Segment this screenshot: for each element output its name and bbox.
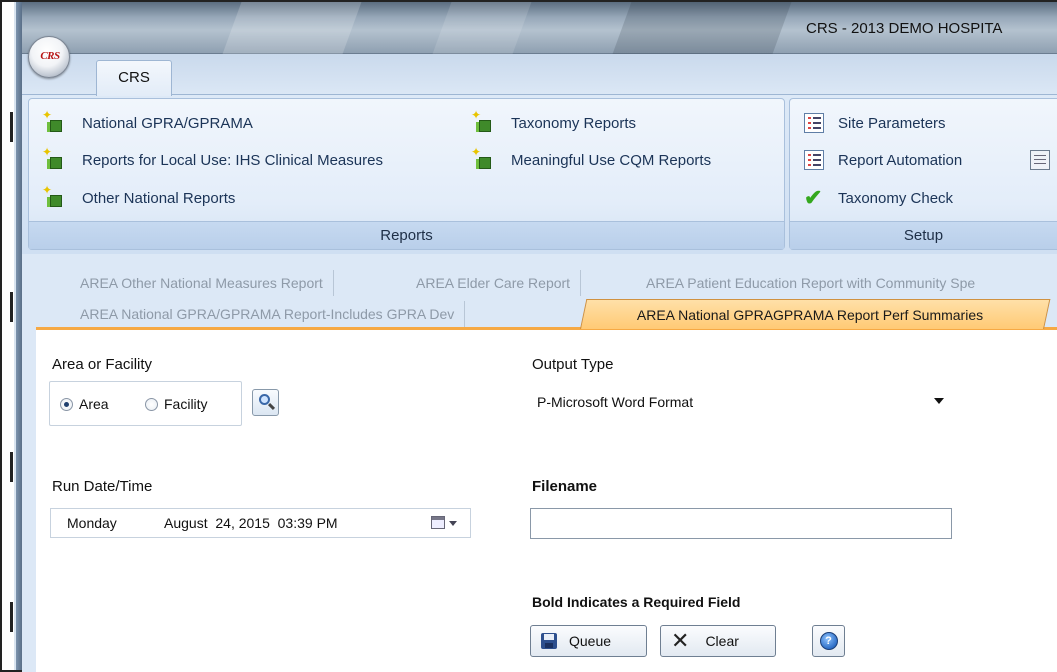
ribbon-item-report-automation[interactable]: Report Automation (804, 148, 962, 172)
radio-facility-label: Facility (164, 396, 208, 412)
title-bar-glass (222, 2, 362, 54)
ribbon-item-local-use-reports[interactable]: ✦ Reports for Local Use: IHS Clinical Me… (42, 146, 383, 172)
radio-area-label: Area (79, 396, 109, 412)
clear-button[interactable]: ✕ Clear (660, 625, 776, 657)
close-icon: ✕ (671, 628, 690, 653)
edge-mark (10, 112, 13, 142)
doc-tab-patient-education[interactable]: AREA Patient Education Report with Commu… (636, 270, 985, 296)
queue-button[interactable]: Queue (530, 625, 647, 657)
radio-facility[interactable]: Facility (145, 396, 208, 412)
ribbon-item-site-parameters[interactable]: Site Parameters (804, 111, 946, 135)
queue-button-label: Queue (569, 633, 612, 649)
report-book-icon: ✦ (42, 184, 64, 208)
report-book-icon: ✦ (42, 146, 64, 170)
run-datetime-picker[interactable]: Monday August 24, 2015 03:39 PM (50, 508, 471, 538)
area-facility-label: Area or Facility (52, 356, 153, 373)
report-book-icon: ✦ (471, 146, 493, 170)
ribbon-item-label: Site Parameters (838, 114, 946, 132)
ribbon-item-notepad[interactable] (1030, 148, 1056, 172)
run-datetime-label: Run Date/Time (52, 478, 153, 495)
help-icon: ? (819, 632, 838, 650)
ribbon-item-label: Taxonomy Reports (511, 114, 637, 132)
filename-label: Filename (532, 478, 598, 495)
ribbon-group-label: Setup (790, 221, 1057, 249)
window-title: CRS - 2013 DEMO HOSPITA (806, 20, 1003, 37)
report-book-icon: ✦ (471, 109, 493, 133)
calendar-icon[interactable] (431, 516, 445, 529)
ribbon-item-label: Taxonomy Check (838, 189, 954, 207)
edge-mark (10, 292, 13, 322)
notepad-icon (1030, 150, 1050, 170)
ribbon-item-other-national-reports[interactable]: ✦ Other National Reports (42, 184, 236, 210)
report-book-icon: ✦ (42, 109, 64, 133)
run-day: Monday (67, 515, 117, 531)
list-icon (804, 150, 824, 170)
title-bar-glass (432, 2, 532, 54)
search-icon-handle (267, 402, 276, 411)
doc-tab-other-national[interactable]: AREA Other National Measures Report (70, 270, 334, 296)
output-type-select[interactable]: P-Microsoft Word Format (531, 387, 951, 417)
list-icon (804, 113, 824, 133)
chevron-down-icon[interactable] (449, 521, 457, 526)
ribbon-item-taxonomy-check[interactable]: ✔ Taxonomy Check (804, 186, 953, 210)
ribbon-item-label: Reports for Local Use: IHS Clinical Meas… (82, 151, 383, 169)
radio-area[interactable]: Area (60, 396, 109, 412)
title-bar-glass (612, 2, 792, 54)
doc-tab-elder-care[interactable]: AREA Elder Care Report (406, 270, 582, 296)
ribbon-item-national-gpra[interactable]: ✦ National GPRA/GPRAMA (42, 109, 253, 135)
ribbon-tab-crs[interactable]: CRS (96, 60, 172, 96)
desktop-edge (2, 2, 22, 670)
help-button[interactable]: ? (812, 625, 845, 657)
crs-logo-icon: CRS (40, 50, 60, 62)
radio-unselected-icon (145, 397, 158, 411)
edge-mark (10, 452, 13, 482)
ribbon-item-meaningful-use-cqm[interactable]: ✦ Meaningful Use CQM Reports (471, 146, 712, 172)
floppy-disk-icon (541, 633, 557, 649)
ribbon-item-label: Other National Reports (82, 189, 236, 207)
clear-button-label: Clear (705, 633, 739, 649)
radio-selected-icon (60, 397, 73, 411)
required-field-note: Bold Indicates a Required Field (532, 594, 741, 610)
ribbon-item-taxonomy-reports[interactable]: ✦ Taxonomy Reports (471, 109, 637, 135)
filename-field[interactable] (530, 508, 952, 539)
run-date: August 24, 2015 03:39 PM (164, 515, 338, 531)
ribbon-tab-bar (22, 54, 1057, 94)
ribbon-item-label: Report Automation (838, 151, 963, 169)
ribbon-item-label: Meaningful Use CQM Reports (511, 151, 712, 169)
doc-tab-perf-summaries-label: AREA National GPRAGPRAMA Report Perf Sum… (636, 307, 984, 323)
edge-mark (10, 602, 13, 632)
application-menu-button[interactable]: CRS (28, 36, 70, 78)
doc-tab-national-gpra-dev[interactable]: AREA National GPRA/GPRAMA Report-Include… (70, 301, 466, 327)
output-type-label: Output Type (532, 356, 614, 373)
search-button[interactable] (252, 389, 279, 416)
checkmark-icon: ✔ (804, 185, 823, 210)
ribbon-group-label: Reports (29, 221, 784, 249)
chevron-down-icon[interactable] (934, 398, 944, 404)
ribbon-item-label: National GPRA/GPRAMA (82, 114, 253, 132)
